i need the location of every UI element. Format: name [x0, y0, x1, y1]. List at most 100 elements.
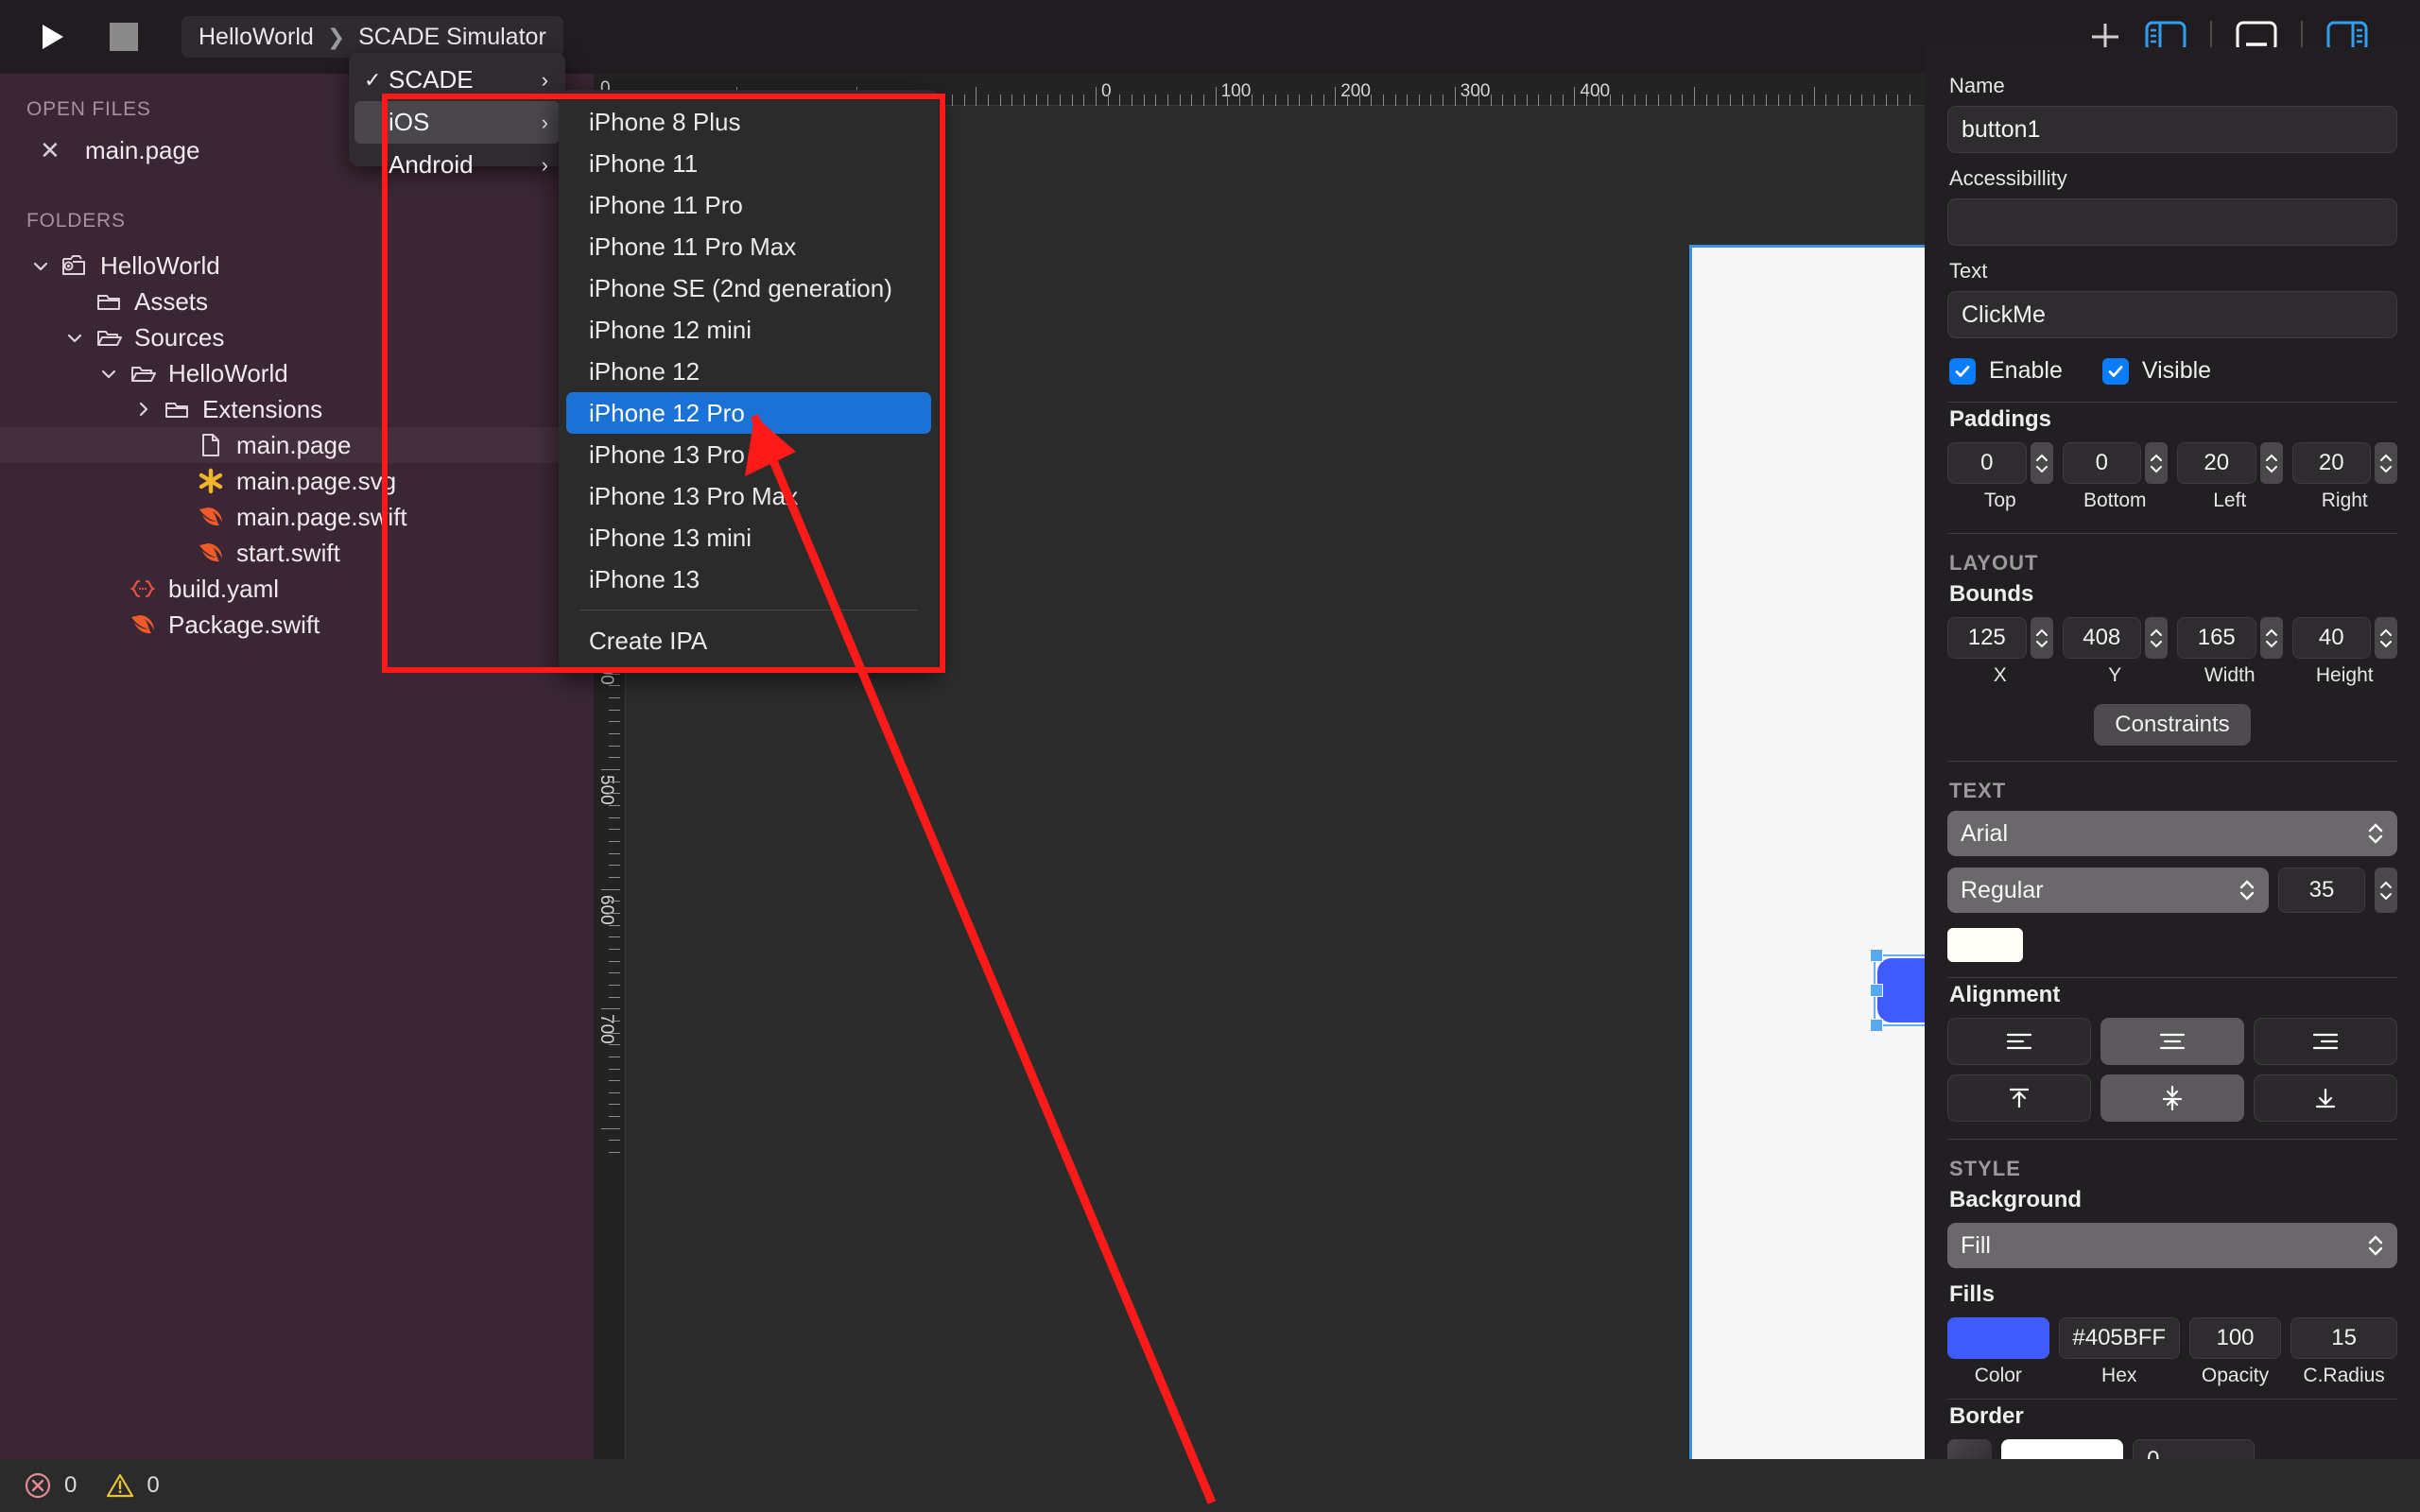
- border-color-swatch[interactable]: [2000, 1439, 2124, 1459]
- device-item-iphone-12[interactable]: iPhone 12: [566, 351, 931, 392]
- chevron-down-icon[interactable]: [100, 368, 117, 379]
- close-icon[interactable]: ✕: [40, 136, 72, 165]
- bound-width-stepper[interactable]: [2259, 617, 2283, 659]
- tree-item-assets[interactable]: Assets: [0, 284, 594, 319]
- constraints-button[interactable]: Constraints: [2094, 704, 2251, 746]
- bound-y-input[interactable]: 408: [2062, 617, 2141, 659]
- padding-bottom-input[interactable]: 0: [2062, 442, 2141, 484]
- chevron-right-icon[interactable]: [129, 401, 157, 418]
- background-select[interactable]: Fill: [1947, 1223, 2397, 1268]
- chevron-down-icon[interactable]: [60, 332, 89, 343]
- chevron-right-icon[interactable]: [137, 401, 148, 418]
- device-item-iphone-13[interactable]: iPhone 13: [566, 558, 931, 600]
- padding-top-input[interactable]: 0: [1947, 442, 2027, 484]
- align-bottom-button[interactable]: [2254, 1074, 2397, 1122]
- file-tree: HelloWorld Assets Sources HelloWorld Ext…: [0, 248, 594, 643]
- padding-right-input[interactable]: 20: [2291, 442, 2371, 484]
- align-left-button[interactable]: [1947, 1018, 2091, 1065]
- device-item-iphone-se-2nd-generation-[interactable]: iPhone SE (2nd generation): [566, 267, 931, 309]
- resize-handle-nw[interactable]: [1870, 949, 1883, 962]
- bound-height-input[interactable]: 40: [2291, 617, 2371, 659]
- resize-handle-sw[interactable]: [1870, 1019, 1883, 1032]
- tree-item-package-swift[interactable]: Package.swift: [0, 607, 594, 643]
- align-middle-button[interactable]: [2100, 1074, 2244, 1122]
- device-item-iphone-13-pro[interactable]: iPhone 13 Pro: [566, 434, 931, 475]
- padding-top-stepper[interactable]: [2030, 442, 2053, 484]
- bound-x-stepper[interactable]: [2030, 617, 2053, 659]
- padding-bottom-stepper[interactable]: [2145, 442, 2168, 484]
- bound-y-stepper[interactable]: [2145, 617, 2168, 659]
- visible-checkbox[interactable]: [2101, 357, 2129, 385]
- device-item-iphone-13-pro-max[interactable]: iPhone 13 Pro Max: [566, 475, 931, 517]
- padding-right-stepper[interactable]: [2375, 442, 2397, 484]
- text-color-swatch[interactable]: [1947, 928, 2023, 962]
- menu-item-ios[interactable]: iOS ›: [354, 101, 560, 144]
- tree-item-start-swift[interactable]: start.swift: [0, 535, 594, 571]
- border-toggle-swatch[interactable]: [1947, 1439, 1992, 1459]
- bounds-group: 125 X 408 Y 165 Width 40 Height: [1947, 617, 2397, 687]
- tree-item-sources[interactable]: Sources: [0, 319, 594, 355]
- padding-left-stepper[interactable]: [2259, 442, 2283, 484]
- warning-triangle-icon[interactable]: [105, 1470, 135, 1501]
- tree-item-build-yaml[interactable]: build.yaml: [0, 571, 594, 607]
- device-item-iphone-12-pro[interactable]: iPhone 12 Pro: [566, 392, 931, 434]
- ruler-tick-v: [609, 984, 620, 986]
- device-item-iphone-8-plus[interactable]: iPhone 8 Plus: [566, 101, 931, 143]
- create-ipa-menu-item[interactable]: Create IPA: [566, 620, 931, 662]
- breadcrumb[interactable]: HelloWorld ❯ SCADE Simulator: [182, 16, 563, 58]
- tree-item-helloworld[interactable]: HelloWorld: [0, 355, 594, 391]
- menu-item-android[interactable]: Android ›: [354, 144, 560, 186]
- ruler-tick: [1251, 94, 1253, 106]
- bound-height-stepper[interactable]: [2375, 617, 2397, 659]
- tree-item-main-page-svg[interactable]: main.page.svg: [0, 463, 594, 499]
- enable-checkbox[interactable]: [1949, 357, 1976, 385]
- bound-x-input[interactable]: 125: [1947, 617, 2027, 659]
- stop-button[interactable]: [110, 23, 138, 51]
- align-center-button[interactable]: [2100, 1018, 2244, 1065]
- resize-handle-w[interactable]: [1870, 984, 1883, 997]
- fill-radius-input[interactable]: 15: [2290, 1317, 2397, 1359]
- align-right-icon: [2312, 1033, 2339, 1050]
- border-width-input[interactable]: 0: [2133, 1439, 2256, 1459]
- device-item-iphone-11-pro[interactable]: iPhone 11 Pro: [566, 184, 931, 226]
- text-input[interactable]: ClickMe: [1947, 291, 2397, 338]
- chevron-down-icon[interactable]: [95, 368, 123, 379]
- tree-item-label: main.page.swift: [236, 502, 407, 531]
- error-circle-icon[interactable]: [23, 1470, 53, 1501]
- device-item-iphone-11[interactable]: iPhone 11: [566, 143, 931, 184]
- chevron-down-icon[interactable]: [66, 332, 83, 343]
- device-item-iphone-11-pro-max[interactable]: iPhone 11 Pro Max: [566, 226, 931, 267]
- align-right-button[interactable]: [2254, 1018, 2397, 1065]
- tree-item-label: Assets: [134, 286, 209, 316]
- ruler-tick: [1777, 94, 1779, 106]
- chevron-down-icon[interactable]: [32, 260, 49, 271]
- accessibility-input[interactable]: [1947, 198, 2397, 246]
- font-family-select[interactable]: Arial: [1947, 811, 2397, 856]
- name-input[interactable]: button1: [1947, 106, 2397, 153]
- menu-item-scade[interactable]: ✓ SCADE ›: [354, 59, 560, 101]
- align-top-button[interactable]: [1947, 1074, 2091, 1122]
- run-button[interactable]: [36, 20, 70, 54]
- ruler-tick: [952, 94, 954, 106]
- chevron-down-icon[interactable]: [26, 260, 55, 271]
- fill-color-swatch[interactable]: [1947, 1317, 2049, 1359]
- tree-item-helloworld[interactable]: HelloWorld: [0, 248, 594, 284]
- ruler-tick-v: [609, 685, 620, 687]
- fill-opacity-input[interactable]: 100: [2188, 1317, 2282, 1359]
- ruler-tick: [1682, 94, 1684, 106]
- bound-width-input[interactable]: 165: [2177, 617, 2256, 659]
- tree-item-main-page[interactable]: main.page: [0, 427, 594, 463]
- font-weight-select[interactable]: Regular: [1947, 868, 2269, 913]
- ruler-tick: [1873, 94, 1875, 106]
- fill-hex-input[interactable]: #405BFF: [2058, 1317, 2180, 1359]
- ruler-tick: [1897, 94, 1899, 106]
- tree-item-extensions[interactable]: Extensions: [0, 391, 594, 427]
- device-item-iphone-12-mini[interactable]: iPhone 12 mini: [566, 309, 931, 351]
- device-item-iphone-13-mini[interactable]: iPhone 13 mini: [566, 517, 931, 558]
- padding-left-input[interactable]: 20: [2177, 442, 2256, 484]
- swift-bird-icon: [191, 541, 231, 565]
- ruler-tick-v: [609, 876, 620, 878]
- tree-item-main-page-swift[interactable]: main.page.swift: [0, 499, 594, 535]
- font-size-stepper[interactable]: [2375, 868, 2397, 913]
- font-size-input[interactable]: 35: [2278, 868, 2365, 913]
